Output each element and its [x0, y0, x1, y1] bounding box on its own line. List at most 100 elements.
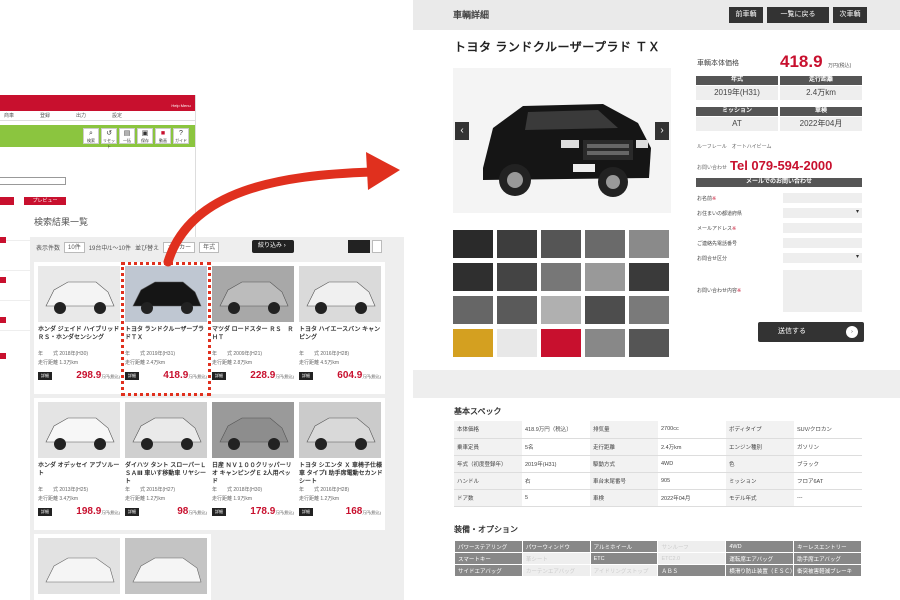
vehicle-card[interactable]	[34, 534, 124, 600]
next-vehicle-button[interactable]: 次車輌	[833, 7, 867, 23]
vehicle-name[interactable]: ホンダ オデッセイ アブソルート	[38, 462, 122, 478]
form-input[interactable]	[783, 223, 862, 233]
vehicle-card[interactable]	[121, 534, 211, 600]
vehicle-card[interactable]: トヨタ シエンタ Ｘ 車椅子仕様車 タイプⅠ 助手席電動セカンドシート 年 式 …	[295, 398, 385, 530]
chevron-right-icon: ›	[283, 243, 286, 249]
submit-button[interactable]: 送信する ›	[758, 322, 864, 342]
spec-row: ハンドル右車台末尾番号 905 ミッション フロア6AT	[454, 472, 862, 490]
vehicle-name[interactable]: マツダ ロードスター ＲＳ ＲＨＴ	[212, 326, 296, 342]
photo-thumbnail[interactable]	[497, 296, 537, 324]
photo-thumbnail[interactable]	[585, 296, 625, 324]
vehicle-thumbnail[interactable]	[125, 402, 207, 458]
vehicle-thumbnail[interactable]	[125, 538, 207, 594]
year-select[interactable]: 年式	[199, 241, 220, 253]
form-input[interactable]	[783, 193, 862, 203]
photo-thumbnail[interactable]	[585, 230, 625, 258]
photo-thumbnail[interactable]	[629, 296, 669, 324]
menu-item[interactable]: 出力	[72, 111, 108, 120]
photo-thumbnail[interactable]	[453, 263, 493, 291]
spec-val-mileage: 2.4万km	[780, 86, 862, 100]
vehicle-thumbnail[interactable]	[38, 402, 120, 458]
options-title: 装備・オプション	[454, 525, 518, 534]
spec-key: 乗車定員	[454, 438, 522, 456]
form-input[interactable]	[783, 238, 862, 248]
option-cell: ETC2.0	[657, 552, 727, 565]
photo-thumbnail[interactable]	[453, 230, 493, 258]
save-tool-button[interactable]: ▣ 保存	[137, 128, 153, 144]
photo-thumbnail[interactable]	[541, 296, 581, 324]
detail-button[interactable]: 詳細	[299, 372, 313, 380]
prev-vehicle-button[interactable]: 前車輌	[729, 7, 763, 23]
spec-row: 本体価格 418.9万円（税込） 排気量 2700cc ボディタイプ SUV/クロカン	[454, 421, 862, 439]
photo-thumbnail[interactable]	[585, 329, 625, 357]
photo-thumbnail[interactable]	[541, 329, 581, 357]
photo-thumbnail[interactable]	[629, 329, 669, 357]
menu-item[interactable]: 登録	[36, 111, 72, 120]
photo-thumbnail[interactable]	[453, 329, 493, 357]
vehicle-card[interactable]: ホンダ オデッセイ アブソルート 年 式 2013年(H25) 走行距離 3.4…	[34, 398, 124, 530]
vehicle-card[interactable]: ホンダ ジェイド ハイブリッドＲＳ・ホンダセンシング 年 式 2018年(H30…	[34, 262, 124, 394]
photo-prev-button[interactable]: ‹	[455, 122, 469, 140]
detail-header: 車輌詳細 前車輌 一覧に戻る 次車輌	[413, 0, 900, 30]
maker-select[interactable]: メーカー	[163, 241, 196, 253]
menu-item[interactable]: 設定	[108, 111, 144, 120]
form-select[interactable]: ▾	[783, 208, 862, 218]
spec-head-year: 年式	[696, 76, 778, 85]
photo-thumbnail[interactable]	[629, 230, 669, 258]
back-to-list-button[interactable]: 一覧に戻る	[767, 7, 829, 23]
detail-button[interactable]: 詳細	[212, 508, 226, 516]
tel-number[interactable]: Tel 079-594-2000	[730, 158, 832, 173]
photo-thumbnail[interactable]	[497, 329, 537, 357]
vehicle-thumbnail[interactable]	[38, 266, 120, 322]
preview-button[interactable]: プレビュー	[24, 197, 66, 205]
search-icon: ⌕	[89, 130, 93, 137]
print-tool-button[interactable]: ▤ 一括	[119, 128, 135, 144]
vehicle-thumbnail[interactable]	[299, 402, 381, 458]
spec-row: ドア数 5 車検 2022年04月 モデル年式 ---	[454, 489, 862, 507]
detail-button[interactable]: 詳細	[38, 372, 52, 380]
vehicle-card[interactable]: 日産 ＮＶ１００クリッパーリオ キャンピングＥ 2人用ベッド 年 式 2018年…	[208, 398, 298, 530]
detail-button[interactable]: 詳細	[125, 508, 139, 516]
admin-red-button[interactable]	[0, 197, 14, 205]
help-menu-button[interactable]: Help Menu	[171, 95, 191, 111]
detail-button[interactable]: 詳細	[38, 508, 52, 516]
vehicle-thumbnail[interactable]	[212, 266, 294, 322]
guide-tool-button[interactable]: ? ガイド	[173, 128, 189, 144]
vehicle-thumbnail[interactable]	[212, 402, 294, 458]
sort-label: 並び替え	[135, 245, 160, 252]
photo-thumbnail[interactable]	[629, 263, 669, 291]
video-tool-button[interactable]: ■ 動画	[155, 128, 171, 144]
vehicle-name[interactable]: 日産 ＮＶ１００クリッパーリオ キャンピングＥ 2人用ベッド	[212, 462, 296, 486]
display-count-select[interactable]: 10件	[64, 241, 85, 253]
list-view-button[interactable]	[372, 240, 382, 253]
photo-next-button[interactable]: ›	[655, 122, 669, 140]
form-textarea[interactable]	[783, 270, 862, 312]
vehicle-thumbnail[interactable]	[38, 538, 120, 594]
mail-inquiry-heading: メールでのお問い合わせ	[696, 178, 862, 187]
detail-button[interactable]: 詳細	[299, 508, 313, 516]
vehicle-card[interactable]: トヨタ ハイエースバン キャンピング 年 式 2016年(H28) 走行距離 4…	[295, 262, 385, 394]
display-count-label: 表示件数	[36, 245, 61, 252]
vehicle-name[interactable]: トヨタ ハイエースバン キャンピング	[299, 326, 383, 342]
menu-item[interactable]: 商車	[0, 111, 36, 120]
photo-thumbnail[interactable]	[453, 296, 493, 324]
photo-thumbnail[interactable]	[497, 230, 537, 258]
photo-thumbnail[interactable]	[541, 230, 581, 258]
vehicle-thumbnail[interactable]	[299, 266, 381, 322]
spec-key: 走行距離	[590, 438, 658, 456]
vehicle-name[interactable]: ホンダ ジェイド ハイブリッドＲＳ・ホンダセンシング	[38, 326, 122, 342]
search-tool-button[interactable]: ⌕ 検索	[83, 128, 99, 144]
photo-thumbnail[interactable]	[585, 263, 625, 291]
detail-button[interactable]: 詳細	[212, 372, 226, 380]
photo-thumbnail[interactable]	[541, 263, 581, 291]
vehicle-name[interactable]: トヨタ シエンタ Ｘ 車椅子仕様車 タイプⅠ 助手席電動セカンドシート	[299, 462, 383, 486]
narrow-button[interactable]: 絞り込み ›	[252, 240, 294, 253]
vehicle-card[interactable]: ダイハツ タント スローパーＬＳＡⅢ 車いす移動車 リヤシート 年 式 2015…	[121, 398, 211, 530]
admin-text-input[interactable]	[0, 177, 66, 185]
grid-view-button[interactable]	[348, 240, 370, 253]
photo-thumbnail[interactable]	[497, 263, 537, 291]
form-select[interactable]: ▾	[783, 253, 862, 263]
reset-tool-button[interactable]: ↺ リセット	[101, 128, 117, 149]
vehicle-name[interactable]: ダイハツ タント スローパーＬＳＡⅢ 車いす移動車 リヤシート	[125, 462, 209, 486]
vehicle-card[interactable]: マツダ ロードスター ＲＳ ＲＨＴ 年 式 2009年(H21) 走行距離 2.…	[208, 262, 298, 394]
